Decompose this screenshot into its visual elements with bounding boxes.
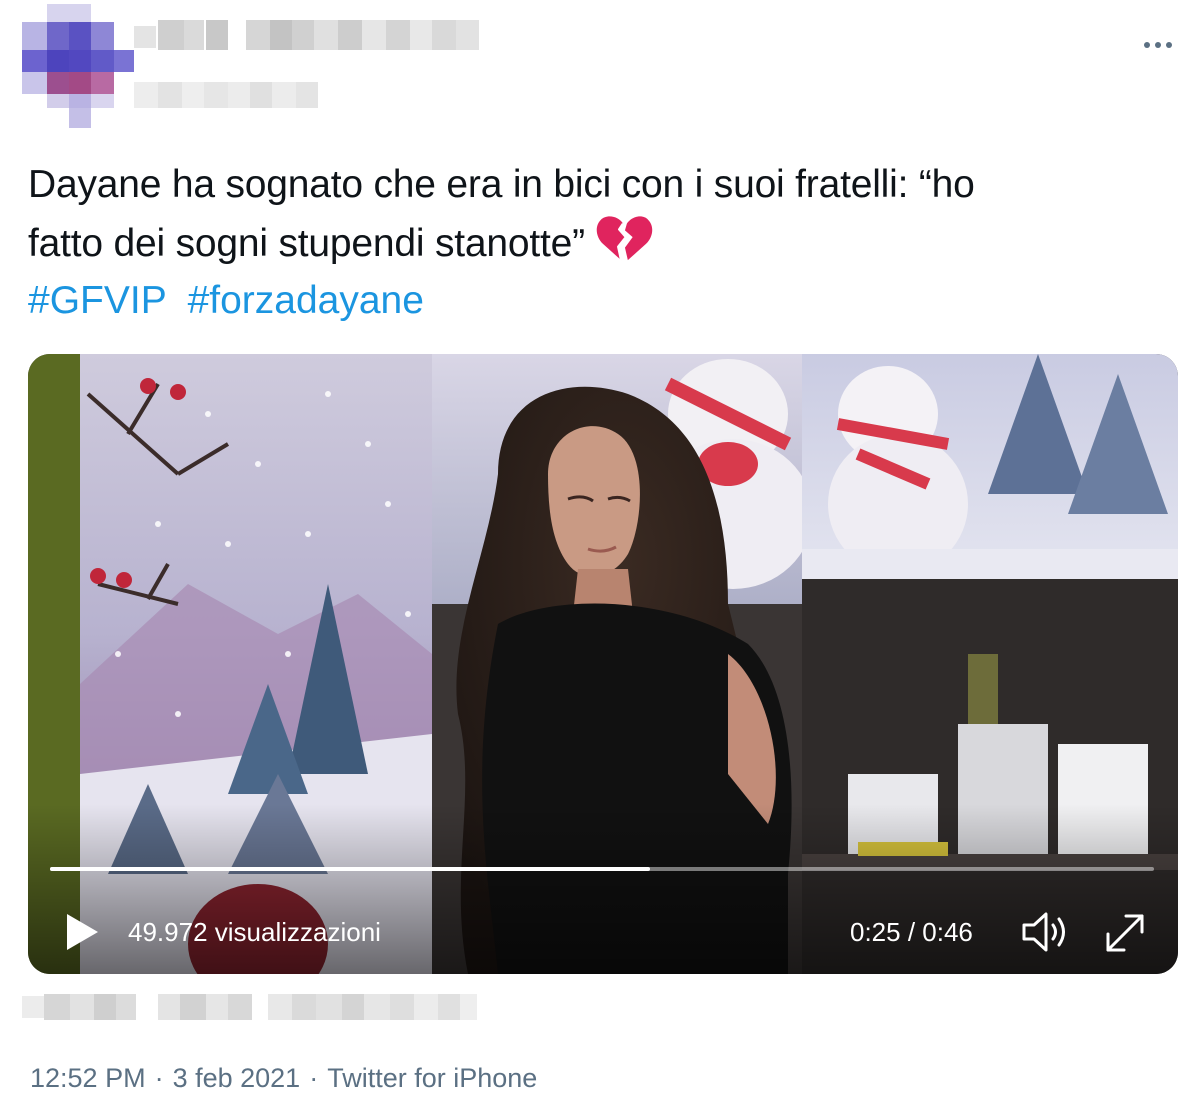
name-pixel (270, 20, 292, 50)
blur-pixel (364, 994, 390, 1020)
avatar-pixel (114, 50, 134, 72)
play-icon[interactable] (58, 909, 104, 955)
video-player[interactable]: 49.972 visualizzazioni 0:25 / 0:46 (28, 354, 1178, 974)
blur-pixel (438, 994, 460, 1020)
name-pixel (362, 20, 386, 50)
name-pixel (386, 20, 410, 50)
tweet-text-line-2: fatto dei sogni stupendi stanotte” (28, 214, 1178, 273)
name-pixel (314, 20, 338, 50)
tweet-text-line-2-content: fatto dei sogni stupendi stanotte” (28, 222, 585, 265)
hashtag-forzadayane[interactable]: #forzadayane (188, 279, 424, 322)
name-pixel (296, 82, 318, 108)
hashtag-gfvip[interactable]: #GFVIP (28, 279, 167, 322)
blur-pixel (158, 994, 180, 1020)
name-pixel (182, 82, 204, 108)
avatar[interactable] (22, 4, 134, 128)
avatar-pixel (91, 94, 114, 108)
blur-pixel (94, 994, 116, 1020)
name-pixel (272, 82, 296, 108)
broken-heart-icon (596, 216, 653, 261)
blur-pixel (116, 994, 136, 1020)
name-pixel (228, 82, 250, 108)
name-pixel (432, 20, 456, 50)
name-pixel (158, 20, 184, 50)
blur-pixel (268, 994, 292, 1020)
name-pixel (338, 20, 362, 50)
video-progress-bar[interactable] (50, 867, 1154, 871)
view-count: 49.972 visualizzazioni (128, 917, 381, 947)
avatar-pixel (69, 72, 91, 94)
video-progress-fill (50, 867, 651, 871)
avatar-pixel (91, 50, 114, 72)
name-pixel (134, 26, 156, 48)
meta-separator-2: · (309, 1063, 319, 1093)
name-pixel (410, 20, 432, 50)
name-pixel (456, 20, 479, 50)
blur-pixel (44, 994, 70, 1020)
name-pixel (134, 82, 158, 108)
blur-pixel (460, 994, 477, 1020)
blurred-meta-line (22, 994, 477, 1020)
blur-pixel (342, 994, 364, 1020)
name-pixel (204, 82, 228, 108)
name-pixel (206, 20, 228, 50)
blur-pixel (206, 994, 228, 1020)
name-pixel (250, 82, 272, 108)
name-pixel (184, 20, 204, 50)
fullscreen-icon[interactable] (1102, 910, 1148, 956)
avatar-pixel (47, 22, 69, 50)
blur-pixel (390, 994, 414, 1020)
meta-separator: · (154, 1063, 164, 1093)
name-pixel (292, 20, 314, 50)
avatar-pixel (47, 72, 69, 94)
volume-icon[interactable] (1020, 910, 1072, 954)
tweet-meta: 12:52 PM · 3 feb 2021 · Twitter for iPhone (30, 1060, 537, 1096)
name-pixel (246, 20, 270, 50)
name-pixel (158, 82, 182, 108)
avatar-pixel (22, 50, 47, 72)
more-icon (1144, 42, 1172, 48)
avatar-pixel (91, 22, 114, 50)
avatar-pixel (91, 72, 114, 94)
avatar-pixel (22, 22, 47, 50)
tweet-time[interactable]: 12:52 PM (30, 1063, 146, 1093)
blurred-display-name[interactable] (134, 12, 479, 114)
video-timecode: 0:25 / 0:46 (850, 917, 973, 947)
avatar-pixel (47, 50, 69, 72)
tweet-text: Dayane ha sognato che era in bici con i … (28, 156, 1178, 273)
tweet-date[interactable]: 3 feb 2021 (173, 1063, 301, 1093)
avatar-pixel (47, 94, 69, 108)
blur-pixel (292, 994, 316, 1020)
avatar-pixel (22, 72, 47, 94)
avatar-pixel (69, 22, 91, 50)
avatar-pixel (69, 108, 91, 128)
tweet-source-link[interactable]: Twitter for iPhone (327, 1063, 537, 1093)
blur-pixel (70, 994, 94, 1020)
more-options-button[interactable] (1136, 30, 1180, 60)
blur-pixel (22, 996, 44, 1018)
blur-pixel (228, 994, 252, 1020)
blur-pixel (414, 994, 438, 1020)
avatar-pixel (69, 50, 91, 72)
hashtag-row: #GFVIP #forzadayane (28, 272, 434, 330)
tweet-text-line-1: Dayane ha sognato che era in bici con i … (28, 163, 975, 206)
blur-pixel (180, 994, 206, 1020)
blur-pixel (316, 994, 342, 1020)
avatar-pixel (69, 94, 91, 108)
